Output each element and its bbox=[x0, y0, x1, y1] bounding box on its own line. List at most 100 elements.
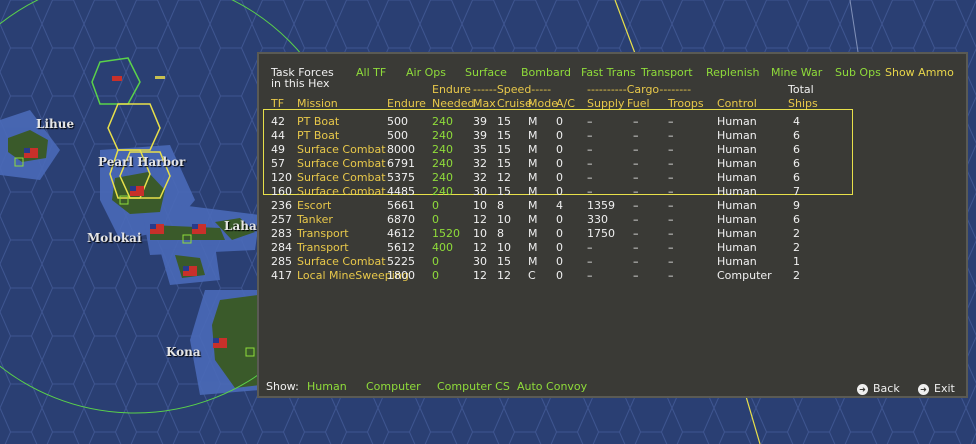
cell-troops: – bbox=[668, 227, 674, 240]
table-row[interactable]: 42 PT Boat 500 240 39 15 M 0 – – – Human 4 bbox=[259, 115, 959, 129]
tab-surface[interactable]: Surface bbox=[465, 66, 507, 79]
cell-ships: 6 bbox=[793, 143, 800, 156]
cell-supply: 1750 bbox=[587, 227, 615, 240]
cell-endure: 5225 bbox=[387, 255, 415, 268]
cell-max: 30 bbox=[473, 255, 487, 268]
cell-mission[interactable]: Escort bbox=[297, 199, 331, 212]
cell-ships: 2 bbox=[793, 241, 800, 254]
cell-needed: 0 bbox=[432, 255, 439, 268]
cell-troops: – bbox=[668, 143, 674, 156]
cell-mission[interactable]: Surface Combat bbox=[297, 143, 386, 156]
cell-fuel: – bbox=[633, 143, 639, 156]
cell-supply: – bbox=[587, 241, 593, 254]
cell-needed: 400 bbox=[432, 241, 453, 254]
cell-fuel: – bbox=[633, 157, 639, 170]
cell-cruise: 8 bbox=[497, 227, 504, 240]
table-row[interactable]: 285 Surface Combat 5225 0 30 15 M 0 – – – Human 1 bbox=[259, 255, 959, 269]
cell-mission[interactable]: Transport bbox=[297, 227, 349, 240]
cell-endure: 6791 bbox=[387, 157, 415, 170]
cell-endure: 5661 bbox=[387, 199, 415, 212]
cell-cruise: 15 bbox=[497, 129, 511, 142]
cell-ships: 9 bbox=[793, 199, 800, 212]
cell-mission[interactable]: Surface Combat bbox=[297, 185, 386, 198]
cell-ships: 6 bbox=[793, 157, 800, 170]
cell-ac: 4 bbox=[556, 199, 563, 212]
cell-mission[interactable]: Transport bbox=[297, 241, 349, 254]
table-row[interactable]: 49 Surface Combat 8000 240 35 15 M 0 – – – Human 6 bbox=[259, 143, 959, 157]
cell-ships: 2 bbox=[793, 269, 800, 282]
cell-supply: – bbox=[587, 185, 593, 198]
cell-troops: – bbox=[668, 213, 674, 226]
table-row[interactable]: 284 Transport 5612 400 12 10 M 0 – – – Human 2 bbox=[259, 241, 959, 255]
cell-control: Computer bbox=[717, 269, 772, 282]
task-forces-panel: Task Forces in this Hex All TF Air Ops S… bbox=[257, 52, 968, 398]
show-human-filter[interactable]: Human bbox=[307, 380, 347, 393]
cell-ships: 6 bbox=[793, 129, 800, 142]
cell-mission[interactable]: Surface Combat bbox=[297, 255, 386, 268]
cell-max: 10 bbox=[473, 227, 487, 240]
cell-control: Human bbox=[717, 199, 757, 212]
show-ammo-toggle[interactable]: Show Ammo bbox=[885, 66, 954, 79]
cell-mission[interactable]: Surface Combat bbox=[297, 157, 386, 170]
cell-tf: 417 bbox=[271, 269, 292, 282]
cell-cruise: 8 bbox=[497, 199, 504, 212]
show-auto-convoy-filter[interactable]: Auto Convoy bbox=[517, 380, 587, 393]
table-row[interactable]: 120 Surface Combat 5375 240 32 12 M 0 – – – Human 6 bbox=[259, 171, 959, 185]
cell-needed: 240 bbox=[432, 115, 453, 128]
cell-mission[interactable]: Surface Combat bbox=[297, 171, 386, 184]
cell-troops: – bbox=[668, 255, 674, 268]
cell-control: Human bbox=[717, 143, 757, 156]
cell-tf: 284 bbox=[271, 241, 292, 254]
cell-mission[interactable]: PT Boat bbox=[297, 115, 339, 128]
cell-fuel: – bbox=[633, 129, 639, 142]
tab-bombard[interactable]: Bombard bbox=[521, 66, 571, 79]
tab-sub-ops[interactable]: Sub Ops bbox=[835, 66, 881, 79]
cell-max: 12 bbox=[473, 241, 487, 254]
tab-replenish[interactable]: Replenish bbox=[706, 66, 759, 79]
cell-tf: 160 bbox=[271, 185, 292, 198]
header-speed-group: ------Speed----- bbox=[473, 83, 552, 96]
cell-cruise: 12 bbox=[497, 171, 511, 184]
table-row[interactable]: 160 Surface Combat 4485 240 30 15 M 0 – – – Human 7 bbox=[259, 185, 959, 199]
cell-control: Human bbox=[717, 129, 757, 142]
tab-all-tf[interactable]: All TF bbox=[356, 66, 386, 79]
map-label-lihue: Lihue bbox=[36, 117, 75, 131]
cell-max: 30 bbox=[473, 185, 487, 198]
cell-mission[interactable]: PT Boat bbox=[297, 129, 339, 142]
show-computer-filter[interactable]: Computer bbox=[366, 380, 421, 393]
table-row[interactable]: 57 Surface Combat 6791 240 32 15 M 0 – – – Human 6 bbox=[259, 157, 959, 171]
tab-mine-war[interactable]: Mine War bbox=[771, 66, 822, 79]
tab-fast-trans[interactable]: Fast Trans bbox=[581, 66, 636, 79]
table-row[interactable]: 44 PT Boat 500 240 39 15 M 0 – – – Human 6 bbox=[259, 129, 959, 143]
table-row[interactable]: 236 Escort 5661 0 10 8 M 4 1359 – – Human 9 bbox=[259, 199, 959, 213]
cell-ships: 7 bbox=[793, 185, 800, 198]
cell-fuel: – bbox=[633, 213, 639, 226]
cell-mission[interactable]: Tanker bbox=[297, 213, 333, 226]
exit-button[interactable]: ➜ Exit bbox=[918, 382, 955, 395]
cell-troops: – bbox=[668, 241, 674, 254]
cell-cruise: 10 bbox=[497, 213, 511, 226]
cell-ships: 6 bbox=[793, 171, 800, 184]
cell-ac: 0 bbox=[556, 255, 563, 268]
tab-air-ops[interactable]: Air Ops bbox=[406, 66, 446, 79]
cell-control: Human bbox=[717, 241, 757, 254]
cell-supply: 330 bbox=[587, 213, 608, 226]
cell-control: Human bbox=[717, 227, 757, 240]
cell-needed: 1520 bbox=[432, 227, 460, 240]
cell-max: 32 bbox=[473, 171, 487, 184]
cell-tf: 257 bbox=[271, 213, 292, 226]
cell-cruise: 15 bbox=[497, 157, 511, 170]
cell-cruise: 15 bbox=[497, 143, 511, 156]
table-row[interactable]: 417 Local MineSweeping 1800 0 12 12 C 0– – – Compu… bbox=[259, 269, 959, 283]
cell-supply: 1359 bbox=[587, 199, 615, 212]
cell-ac: 0 bbox=[556, 115, 563, 128]
cell-troops: – bbox=[668, 129, 674, 142]
table-row[interactable]: 283 Transport 4612 1520 10 8 M 0 1750 – – Human 2 bbox=[259, 227, 959, 241]
back-button[interactable]: ➜ Back bbox=[857, 382, 900, 395]
cell-max: 10 bbox=[473, 199, 487, 212]
tab-transport[interactable]: Transport bbox=[641, 66, 693, 79]
table-row[interactable]: 257 Tanker 6870 0 12 10 M 0 330 – – Human 6 bbox=[259, 213, 959, 227]
show-computer-cs-filter[interactable]: Computer CS bbox=[437, 380, 510, 393]
cell-cruise: 12 bbox=[497, 269, 511, 282]
cell-max: 35 bbox=[473, 143, 487, 156]
